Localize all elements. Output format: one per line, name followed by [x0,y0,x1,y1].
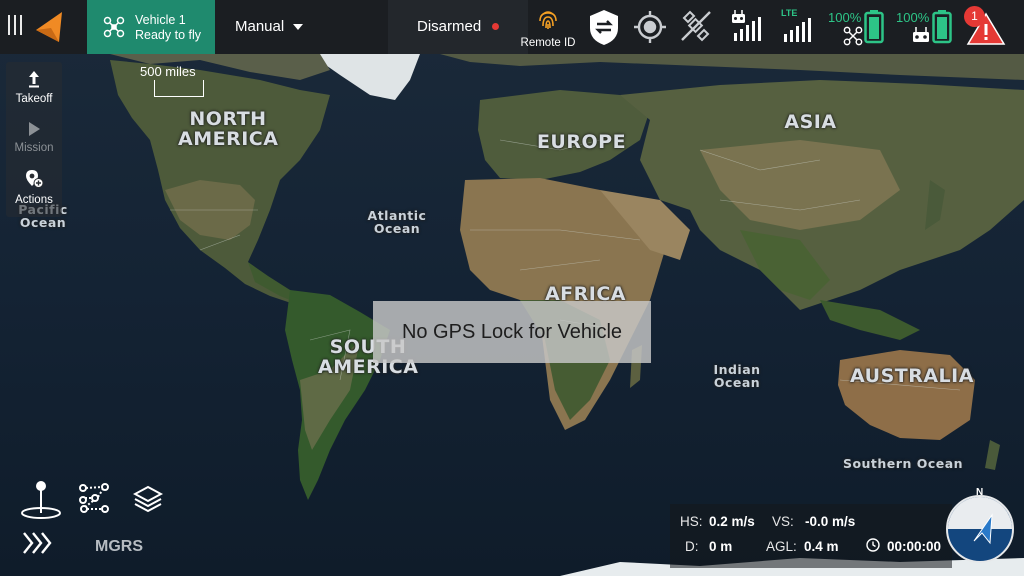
arm-status-dot [492,23,499,30]
layers-icon[interactable] [132,485,164,520]
route-plan-icon[interactable] [79,483,109,518]
lte-label: LTE [781,8,798,18]
chevron-expand-icon[interactable] [22,531,52,560]
compass-widget[interactable] [946,495,1014,563]
label-asia: ASIA [784,111,837,133]
distance-value: 0 m [709,539,733,554]
controller-small-icon [912,27,930,48]
waypoint-pin-icon[interactable] [20,480,62,525]
lte-signal-icon[interactable]: LTE [781,8,815,49]
mission-label: Mission [14,142,54,154]
distance-label: D: [685,539,699,554]
agl-value: 0.4 m [804,539,839,554]
drone-icon [103,16,125,43]
agl-label: AGL: [766,539,797,554]
label-australia: AUSTRALIA [850,365,974,387]
controller-signal-icon[interactable] [731,9,767,48]
remote-id-button[interactable]: Remote ID [518,8,578,49]
clock-icon [866,538,880,557]
satellite-off-icon[interactable] [679,9,713,48]
label-indian-ocean: Indian Ocean [713,362,761,391]
heading-arrow-icon [973,513,993,545]
app-logo-icon[interactable] [34,10,64,49]
controller-battery-percent: 100% [896,10,930,25]
telemetry-panel: HS: 0.2 m/s VS: -0.0 m/s D: 0 m AGL: 0.4… [670,504,952,568]
mission-button[interactable]: Mission [6,121,62,154]
chevron-down-icon[interactable] [293,24,303,30]
hs-label: HS: [680,514,703,529]
label-southern-ocean: Southern Ocean [842,456,964,471]
controller-battery-icon[interactable] [932,10,952,49]
takeoff-button[interactable]: Takeoff [6,70,62,105]
label-north-america: NORTH AMERICA [178,108,279,150]
vs-label: VS: [772,514,794,529]
vehicle-name: Vehicle 1 [135,13,186,27]
arm-status-label: Disarmed [417,18,482,35]
flight-time-value: 00:00:00 [887,539,942,554]
vehicle-selector[interactable]: Vehicle 1 Ready to fly [87,0,215,54]
remote-id-label: Remote ID [520,37,576,49]
map-scale-bar [154,80,204,97]
map-scale-label: 500 miles [140,64,196,79]
play-icon [29,122,40,136]
arm-status[interactable]: Disarmed [388,0,528,54]
shield-icon[interactable] [588,8,620,51]
coordinate-format-button[interactable]: MGRS [95,538,143,556]
alert-count-badge[interactable]: 1 [964,6,985,27]
location-plus-icon [26,170,44,188]
menu-icon[interactable] [6,15,24,37]
label-atlantic-ocean: Atlantic Ocean [367,208,427,237]
fingerprint-icon [536,11,560,34]
label-europe: EUROPE [536,131,627,153]
battery-icon[interactable] [864,10,884,49]
hs-value: 0.2 m/s [709,514,755,529]
actions-button[interactable]: Actions [6,169,62,206]
vehicle-status: Ready to fly [135,28,202,42]
top-toolbar: Vehicle 1 Ready to fly Manual Disarmed R… [0,0,1024,54]
takeoff-label: Takeoff [15,93,53,105]
vs-value: -0.0 m/s [805,514,856,529]
gps-warning-toast: No GPS Lock for Vehicle [373,301,651,363]
drone-small-icon [843,26,863,51]
drone-battery-percent: 100% [828,10,862,25]
gps-target-icon[interactable] [633,10,667,49]
actions-label: Actions [15,194,53,206]
takeoff-arrow-icon [29,71,39,88]
flight-mode-dropdown[interactable]: Manual [235,18,284,35]
